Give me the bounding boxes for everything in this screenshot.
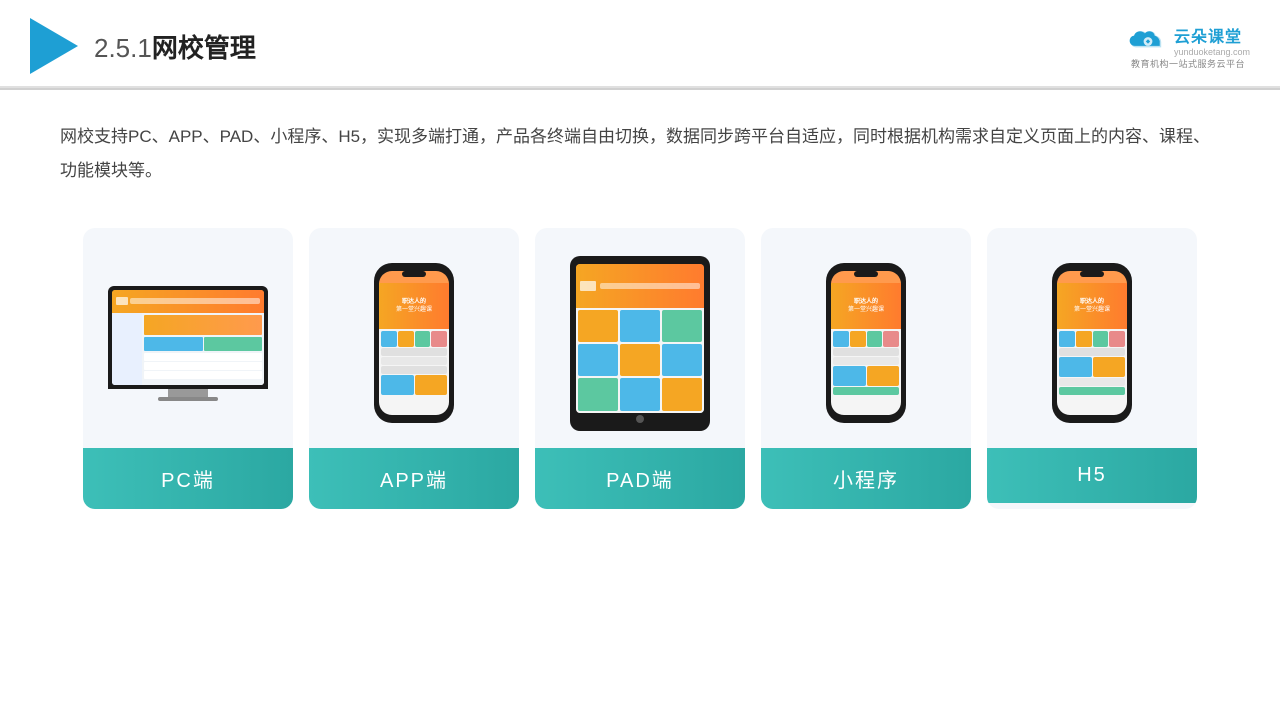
h5-card: 职达人的 第一堂兴趣课 xyxy=(987,228,1197,509)
cards-container: PC端 职达人的 第一堂兴趣课 xyxy=(0,198,1280,539)
pc-mockup xyxy=(108,286,268,401)
title-chinese: 网校管理 xyxy=(152,33,256,63)
phone-notch xyxy=(402,271,426,277)
h5-phone-notch xyxy=(1080,271,1104,277)
pc-card: PC端 xyxy=(83,228,293,509)
ipad-mockup xyxy=(570,256,710,431)
miniapp-card: 职达人的 第一堂兴趣课 xyxy=(761,228,971,509)
brand-logo: 云朵课堂 yunduoketang.com 教育机构一站式服务云平台 xyxy=(1126,23,1250,70)
header-left: 2.5.1网校管理 xyxy=(30,18,256,74)
phone-screen: 职达人的 第一堂兴趣课 xyxy=(379,271,449,415)
pad-label: PAD端 xyxy=(535,448,745,509)
miniapp-label: 小程序 xyxy=(761,448,971,509)
miniapp-phone-mockup: 职达人的 第一堂兴趣课 xyxy=(826,263,906,423)
pad-image-area xyxy=(535,228,745,448)
app-image-area: 职达人的 第一堂兴趣课 xyxy=(309,228,519,448)
pc-screen-inner xyxy=(112,290,264,385)
miniapp-image-area: 职达人的 第一堂兴趣课 xyxy=(761,228,971,448)
miniapp-phone-screen: 职达人的 第一堂兴趣课 xyxy=(831,271,901,415)
brand-logo-icon: 云朵课堂 yunduoketang.com xyxy=(1126,23,1250,57)
logo-triangle-icon xyxy=(30,18,78,74)
ipad-screen xyxy=(576,264,704,413)
description-text: 网校支持PC、APP、PAD、小程序、H5，实现多端打通，产品各终端自由切换，数… xyxy=(0,90,1280,198)
cloud-icon xyxy=(1126,26,1170,54)
brand-name-text: 云朵课堂 yunduoketang.com xyxy=(1174,23,1250,57)
phone-outer: 职达人的 第一堂兴趣课 xyxy=(374,263,454,423)
h5-phone-screen: 职达人的 第一堂兴趣课 xyxy=(1057,271,1127,415)
page-title: 2.5.1网校管理 xyxy=(94,28,256,65)
pc-screen-outer xyxy=(108,286,268,389)
app-phone-mockup: 职达人的 第一堂兴趣课 xyxy=(374,263,454,423)
ipad-home-button xyxy=(636,415,644,423)
pc-label: PC端 xyxy=(83,448,293,509)
title-number: 2.5.1 xyxy=(94,33,152,63)
miniapp-phone-outer: 职达人的 第一堂兴趣课 xyxy=(826,263,906,423)
miniapp-phone-notch xyxy=(854,271,878,277)
h5-image-area: 职达人的 第一堂兴趣课 xyxy=(987,228,1197,448)
h5-phone-mockup: 职达人的 第一堂兴趣课 xyxy=(1052,263,1132,423)
pc-image-area xyxy=(83,228,293,448)
ipad-outer xyxy=(570,256,710,431)
app-card: 职达人的 第一堂兴趣课 xyxy=(309,228,519,509)
header-right: 云朵课堂 yunduoketang.com 教育机构一站式服务云平台 xyxy=(1126,23,1250,70)
description-paragraph: 网校支持PC、APP、PAD、小程序、H5，实现多端打通，产品各终端自由切换，数… xyxy=(60,120,1220,188)
h5-phone-outer: 职达人的 第一堂兴趣课 xyxy=(1052,263,1132,423)
pad-card: PAD端 xyxy=(535,228,745,509)
header: 2.5.1网校管理 云朵课堂 yunduoketang.com 教育机构一站式服… xyxy=(0,0,1280,88)
app-label: APP端 xyxy=(309,448,519,509)
h5-label: H5 xyxy=(987,448,1197,503)
